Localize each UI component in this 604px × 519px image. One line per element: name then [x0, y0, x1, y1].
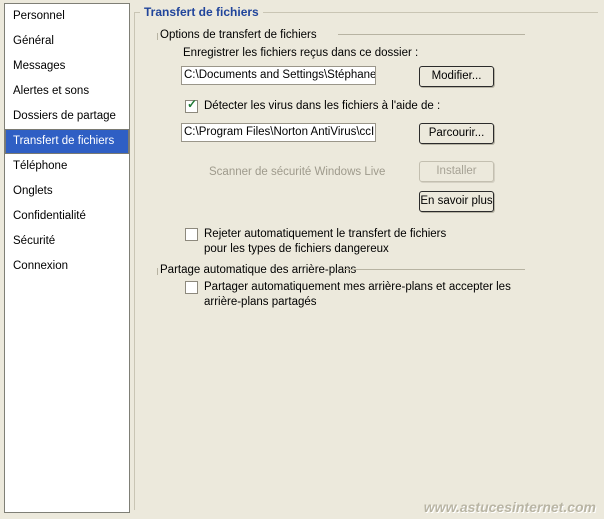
auto-share-backgrounds-label: Partager automatiquement mes arrière-pla…: [204, 280, 511, 310]
sidebar-item-telephone[interactable]: Téléphone: [5, 154, 129, 179]
install-scanner-button[interactable]: Installer: [419, 161, 494, 182]
receive-folder-input[interactable]: C:\Documents and Settings\Stéphane\Mes d…: [181, 66, 376, 85]
sidebar-item-messages[interactable]: Messages: [5, 54, 129, 79]
sidebar-item-general[interactable]: Général: [5, 29, 129, 54]
checkbox-box[interactable]: ✓: [185, 97, 198, 113]
sidebar-item-dossiers-de-partage[interactable]: Dossiers de partage: [5, 104, 129, 129]
checkbox-box[interactable]: [185, 281, 198, 294]
checkbox-box[interactable]: [185, 228, 198, 241]
sidebar-item-label: Personnel: [13, 10, 65, 22]
group-line-transfer: [338, 34, 525, 35]
group-corner-backgrounds: [157, 268, 158, 275]
learn-more-button[interactable]: En savoir plus: [419, 191, 494, 212]
sidebar-item-securite[interactable]: Sécurité: [5, 229, 129, 254]
windows-live-scanner-label: Scanner de sécurité Windows Live: [209, 166, 386, 178]
options-window: Personnel Général Messages Alertes et so…: [0, 0, 604, 519]
group-line-backgrounds: [343, 269, 525, 270]
virus-scan-checkbox-label: Détecter les virus dans les fichiers à l…: [204, 100, 441, 112]
sidebar-item-personnel[interactable]: Personnel: [5, 4, 129, 29]
sidebar-item-label: Messages: [13, 60, 66, 72]
modify-folder-button[interactable]: Modifier...: [419, 66, 494, 87]
reject-label-line1: Rejeter automatiquement le transfert de …: [204, 228, 447, 240]
reject-label-line2: pour les types de fichiers dangereux: [204, 243, 389, 255]
share-label-line2: arrière-plans partagés: [204, 296, 317, 308]
sidebar-item-label: Confidentialité: [13, 210, 86, 222]
sidebar-item-label: Sécurité: [13, 235, 56, 247]
sidebar-item-label: Général: [13, 35, 54, 47]
sidebar-item-connexion[interactable]: Connexion: [5, 254, 129, 279]
sidebar-item-onglets[interactable]: Onglets: [5, 179, 129, 204]
group-legend-backgrounds: Partage automatique des arrière-plans: [160, 264, 362, 276]
page-title: Transfert de fichiers: [140, 5, 263, 19]
sidebar-item-transfert-de-fichiers[interactable]: Transfert de fichiers: [5, 129, 129, 154]
site-watermark: www.astucesinternet.com: [423, 499, 596, 515]
group-legend-transfer: Options de transfert de fichiers: [160, 29, 322, 41]
sidebar-item-label: Alertes et sons: [13, 85, 90, 97]
browse-scanner-button[interactable]: Parcourir...: [419, 123, 494, 144]
sidebar-item-alertes-et-sons[interactable]: Alertes et sons: [5, 79, 129, 104]
receive-folder-label: Enregistrer les fichiers reçus dans ce d…: [183, 47, 419, 59]
reject-dangerous-files-label: Rejeter automatiquement le transfert de …: [204, 227, 446, 257]
share-label-line1: Partager automatiquement mes arrière-pla…: [204, 281, 511, 293]
group-corner-transfer: [157, 33, 158, 40]
sidebar-item-label: Onglets: [13, 185, 53, 197]
category-list[interactable]: Personnel Général Messages Alertes et so…: [4, 3, 130, 513]
settings-panel: Transfert de fichiers Options de transfe…: [134, 3, 600, 513]
panel-frame: [134, 12, 598, 510]
sidebar-item-label: Connexion: [13, 260, 68, 272]
virus-scanner-path-input[interactable]: C:\Program Files\Norton AntiVirus\ccIMSc…: [181, 123, 376, 142]
sidebar-item-confidentialite[interactable]: Confidentialité: [5, 204, 129, 229]
sidebar-item-label: Transfert de fichiers: [13, 135, 115, 147]
sidebar-item-label: Dossiers de partage: [13, 110, 116, 122]
check-icon: ✓: [187, 97, 198, 111]
sidebar-item-label: Téléphone: [13, 160, 68, 172]
